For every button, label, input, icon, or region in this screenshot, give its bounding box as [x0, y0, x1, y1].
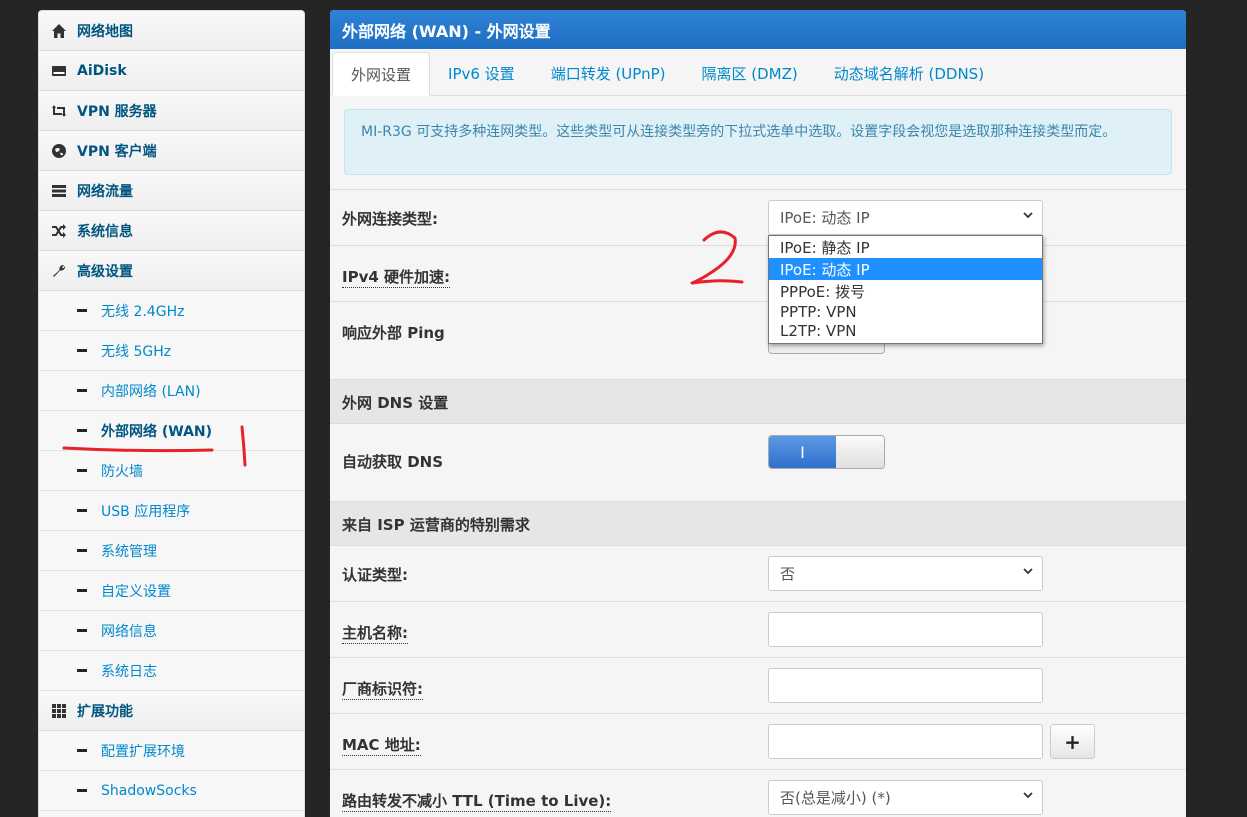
red-annotations [62, 230, 744, 467]
number-two-annotation [690, 230, 744, 285]
underline-annotation [62, 446, 214, 453]
number-one-annotation [240, 425, 247, 467]
